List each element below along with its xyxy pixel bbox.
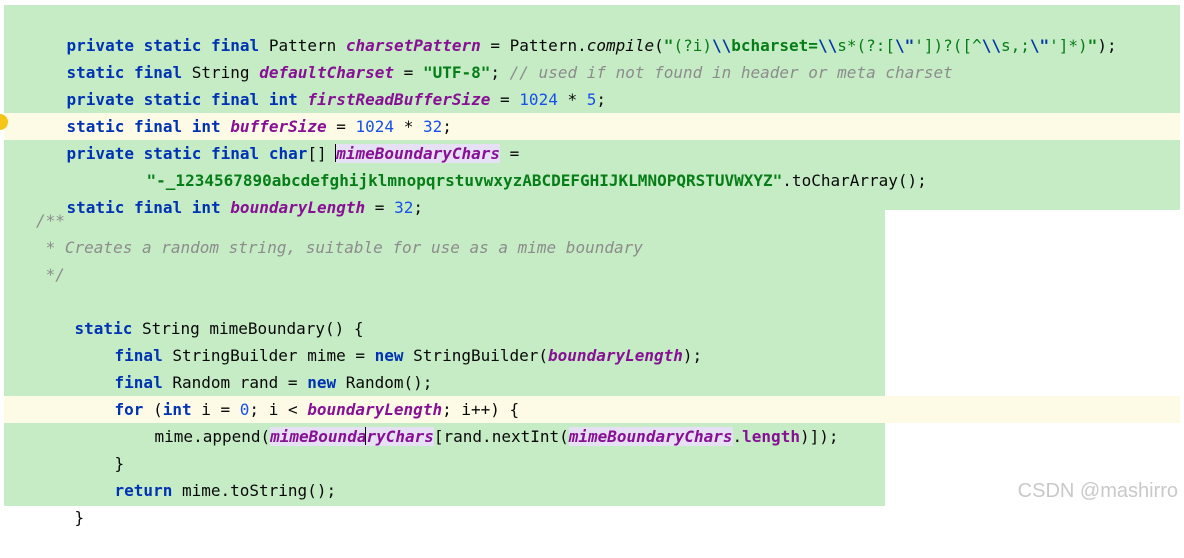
field-name: boundaryLength bbox=[230, 198, 366, 217]
code-text: ); bbox=[1097, 36, 1117, 55]
code-line[interactable]: } bbox=[76, 423, 125, 473]
field-name: length bbox=[742, 427, 800, 446]
code-line[interactable]: private static final Pattern charsetPatt… bbox=[28, 5, 1117, 55]
code-line[interactable]: for (int i = 0; i < boundaryLength; i++)… bbox=[76, 369, 520, 419]
code-text: ; bbox=[413, 198, 423, 217]
code-text: = bbox=[490, 90, 520, 109]
code-text: ); bbox=[682, 346, 703, 365]
regex-text: ']*) bbox=[1049, 36, 1088, 55]
field-name: mimeBoundaryChars bbox=[568, 427, 733, 446]
code-line[interactable]: private static final int firstReadBuffer… bbox=[28, 59, 606, 109]
code-line[interactable]: mime.append(mimeBoundaryChars[rand.nextI… bbox=[116, 396, 838, 446]
string-quote: " bbox=[1087, 36, 1098, 55]
watermark: CSDN @mashirro bbox=[1017, 480, 1178, 502]
code-line[interactable]: static String mimeBoundary() { bbox=[36, 288, 364, 338]
code-text: mime.toString(); bbox=[172, 481, 337, 500]
number-literal: 5 bbox=[586, 90, 597, 109]
code-line[interactable]: return mime.toString(); bbox=[76, 450, 337, 500]
code-line[interactable]: } bbox=[36, 477, 85, 527]
escape-sequence: \" bbox=[1029, 36, 1050, 55]
code-text: mime.append( bbox=[154, 427, 271, 446]
code-line[interactable]: static final int bufferSize = 1024 * 32; bbox=[28, 86, 452, 136]
code-line[interactable]: final Random rand = new Random(); bbox=[76, 342, 433, 392]
code-text: .toCharArray(); bbox=[782, 171, 927, 190]
code-line[interactable]: private static final char[] mimeBoundary… bbox=[28, 113, 519, 163]
doc-comment[interactable]: */ bbox=[36, 261, 65, 288]
code-text: * bbox=[557, 90, 587, 109]
code-line[interactable]: final StringBuilder mime = new StringBui… bbox=[76, 315, 703, 365]
code-text: )]); bbox=[799, 427, 839, 446]
code-line[interactable]: static final String defaultCharset = "UT… bbox=[28, 32, 953, 82]
field-name: ryChars bbox=[366, 427, 434, 446]
code-editor[interactable]: private static final Pattern charsetPatt… bbox=[0, 0, 1184, 527]
keyword: static final int bbox=[66, 198, 221, 217]
number-literal: 32 bbox=[394, 198, 414, 217]
keyword: return bbox=[114, 481, 173, 500]
regex-text: s,; bbox=[1000, 36, 1030, 55]
code-text: [rand.nextInt( bbox=[433, 427, 569, 446]
code-text: . bbox=[732, 427, 743, 446]
code-text: ; bbox=[596, 90, 607, 109]
doc-comment[interactable]: /** bbox=[36, 207, 65, 234]
code-line[interactable]: "-_1234567890abcdefghijklmnopqrstuvwxyzA… bbox=[108, 140, 927, 190]
doc-comment[interactable]: * Creates a random string, suitable for … bbox=[36, 234, 643, 261]
code-text: = bbox=[365, 198, 395, 217]
number-literal: 1024 bbox=[519, 90, 558, 109]
code-line[interactable]: static final int boundaryLength = 32; bbox=[28, 167, 423, 217]
field-name: boundaryLength bbox=[548, 346, 683, 365]
field-name: mimeBounda bbox=[270, 427, 367, 446]
escape-sequence: \\ bbox=[981, 36, 1001, 55]
